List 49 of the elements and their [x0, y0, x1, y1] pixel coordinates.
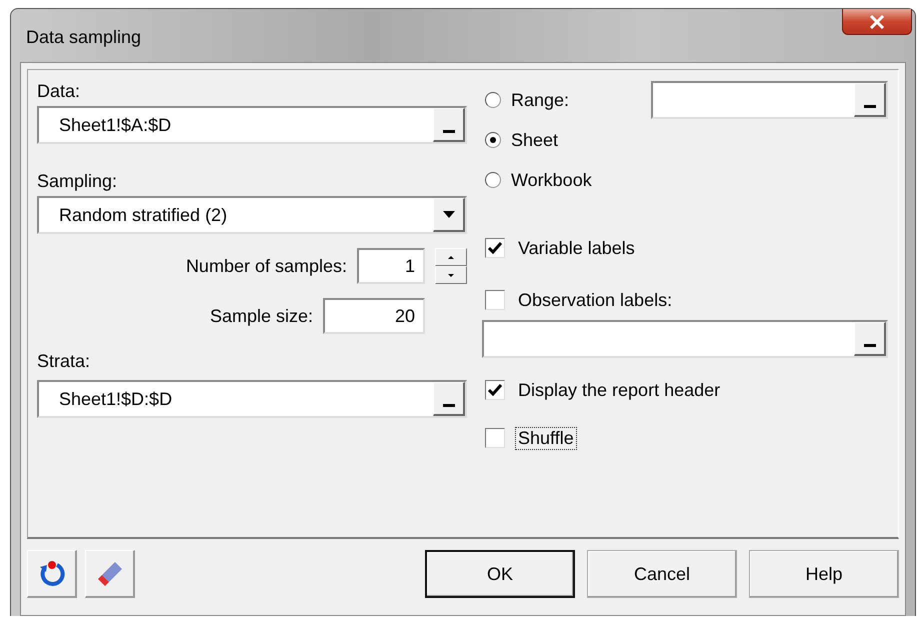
browse-button[interactable]: [433, 108, 465, 142]
checkbox-label: Display the report header: [517, 378, 722, 402]
dropdown-value: Random stratified (2): [59, 204, 228, 226]
reset-button[interactable]: [27, 550, 77, 598]
checkbox[interactable]: [485, 380, 505, 400]
radio-label: Workbook: [511, 169, 592, 191]
sample-size-label: Sample size:: [210, 305, 313, 327]
checkmark-icon: [488, 384, 502, 396]
dropdown-button[interactable]: [433, 198, 465, 232]
checkbox-label: Variable labels: [517, 236, 636, 260]
spin-down-button[interactable]: [435, 266, 467, 284]
checkmark-icon: [488, 242, 502, 254]
observation-labels-field[interactable]: [482, 320, 888, 358]
browse-button[interactable]: [433, 382, 465, 416]
range-field[interactable]: Sheet1!$A:$D: [37, 106, 467, 144]
checkbox[interactable]: [485, 290, 505, 310]
sampling-dropdown[interactable]: Random stratified (2): [37, 196, 467, 234]
range-field[interactable]: [651, 81, 888, 119]
radio-button[interactable]: [485, 92, 501, 108]
up-arrow-icon: [448, 256, 454, 258]
number-of-samples-field[interactable]: 1: [357, 248, 425, 284]
data-label: Data:: [37, 80, 82, 102]
sample-size-field[interactable]: 20: [323, 298, 425, 334]
spin-up-button[interactable]: [435, 248, 467, 266]
down-arrow-icon: [448, 274, 454, 276]
checkbox-label: Shuffle: [515, 426, 577, 450]
field-value: Sheet1!$A:$D: [59, 114, 172, 136]
radio-button[interactable]: [485, 172, 501, 188]
number-of-samples-label: Number of samples:: [186, 255, 347, 277]
checkbox[interactable]: [485, 238, 505, 258]
caret-icon: [442, 211, 454, 218]
radio-label: Sheet: [511, 129, 558, 151]
browse-button[interactable]: [854, 322, 886, 356]
dialog-button[interactable]: Cancel: [587, 550, 737, 598]
field-value: Sheet1!$D:$D: [59, 388, 172, 410]
radio-button[interactable]: [485, 132, 501, 148]
dialog-button[interactable]: OK: [425, 550, 575, 598]
checkbox[interactable]: [485, 428, 505, 448]
dialog-button[interactable]: Help: [749, 550, 899, 598]
browse-button[interactable]: [854, 83, 886, 117]
radio-label: Range:: [511, 89, 570, 111]
window-title: Data sampling: [26, 27, 142, 48]
close-icon: [869, 14, 885, 28]
eraser-button[interactable]: [85, 550, 135, 598]
range-field[interactable]: Sheet1!$D:$D: [37, 380, 467, 418]
strata-label: Strata:: [37, 350, 92, 372]
sampling-label: Sampling:: [37, 170, 118, 192]
close-button[interactable]: [842, 9, 912, 35]
checkbox-label: Observation labels:: [517, 288, 674, 312]
